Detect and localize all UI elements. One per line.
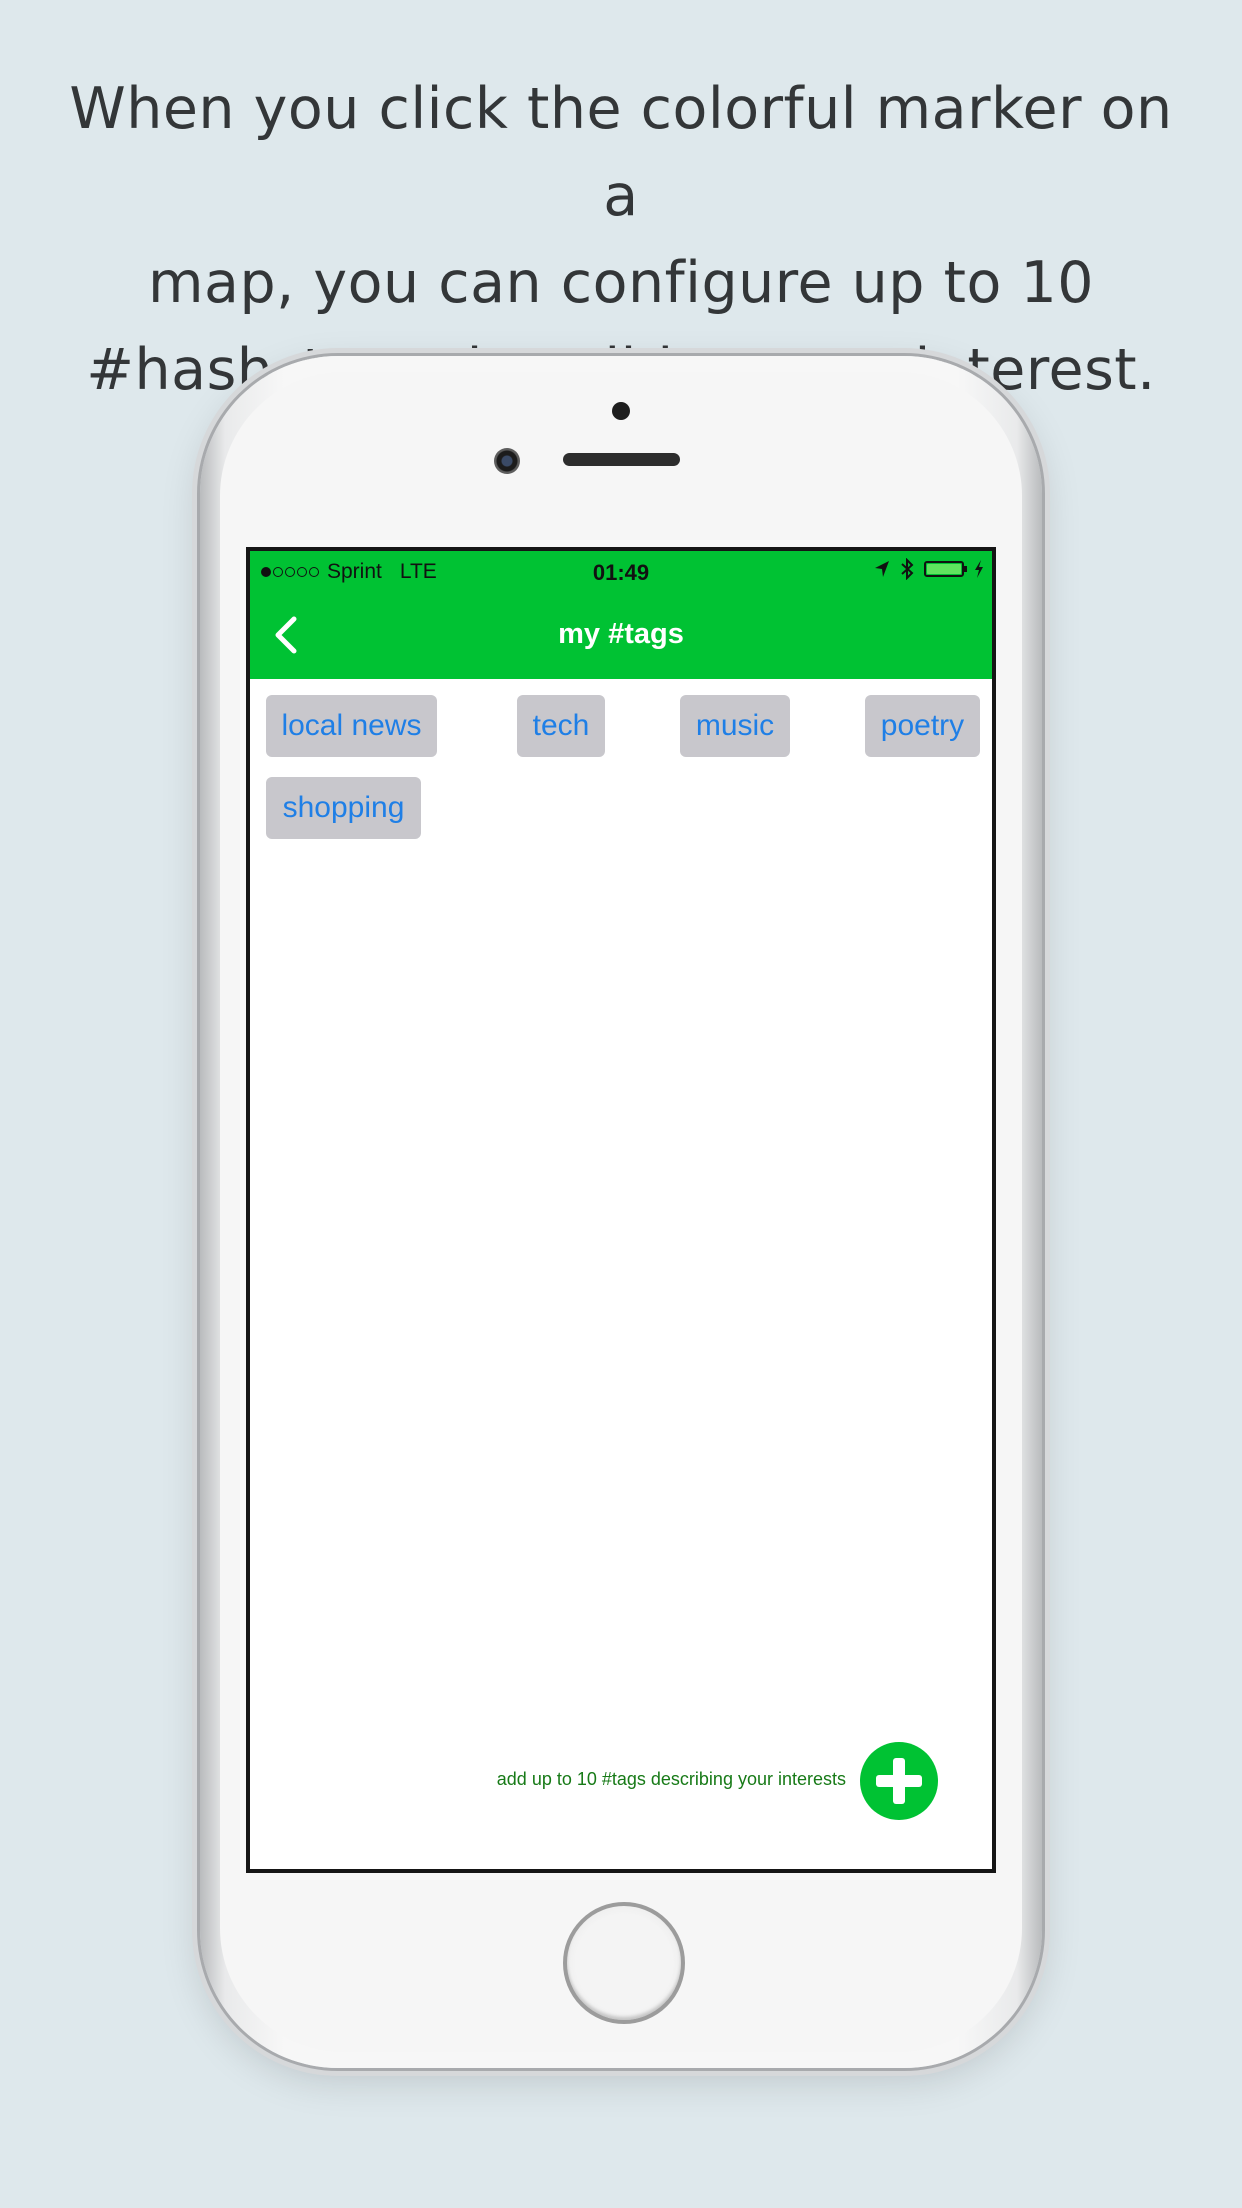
caption-line: map, you can configure up to 10 [148, 250, 1094, 316]
tag-chip[interactable]: shopping [266, 777, 421, 839]
add-tag-button[interactable] [860, 1742, 938, 1820]
power-button [1042, 680, 1049, 800]
proximity-sensor [612, 402, 630, 420]
tag-chip[interactable]: poetry [865, 695, 980, 757]
earpiece-speaker [563, 453, 680, 466]
add-tags-hint: add up to 10 #tags describing your inter… [496, 1769, 846, 1789]
app-screen: Sprint LTE 01:49 my #tags local news tec [246, 547, 996, 1873]
volume-up-button [193, 665, 200, 790]
navigation-bar: my #tags [250, 591, 992, 679]
battery-icon [924, 561, 967, 577]
bluetooth-icon [901, 558, 914, 580]
tag-chip[interactable]: tech [517, 695, 605, 757]
tag-chip[interactable]: local news [266, 695, 437, 757]
volume-down-button [193, 820, 200, 945]
location-arrow-icon [875, 561, 889, 577]
home-button [563, 1902, 685, 2024]
charging-bolt-icon [975, 560, 983, 578]
status-right [874, 558, 984, 580]
front-camera-icon [494, 448, 520, 474]
caption-line: When you click the colorful marker on a [69, 76, 1173, 229]
battery-fill [927, 564, 961, 574]
status-bar: Sprint LTE 01:49 [250, 551, 992, 591]
page-title: my #tags [558, 618, 684, 650]
tag-chip[interactable]: music [680, 695, 790, 757]
mute-switch [193, 560, 200, 620]
